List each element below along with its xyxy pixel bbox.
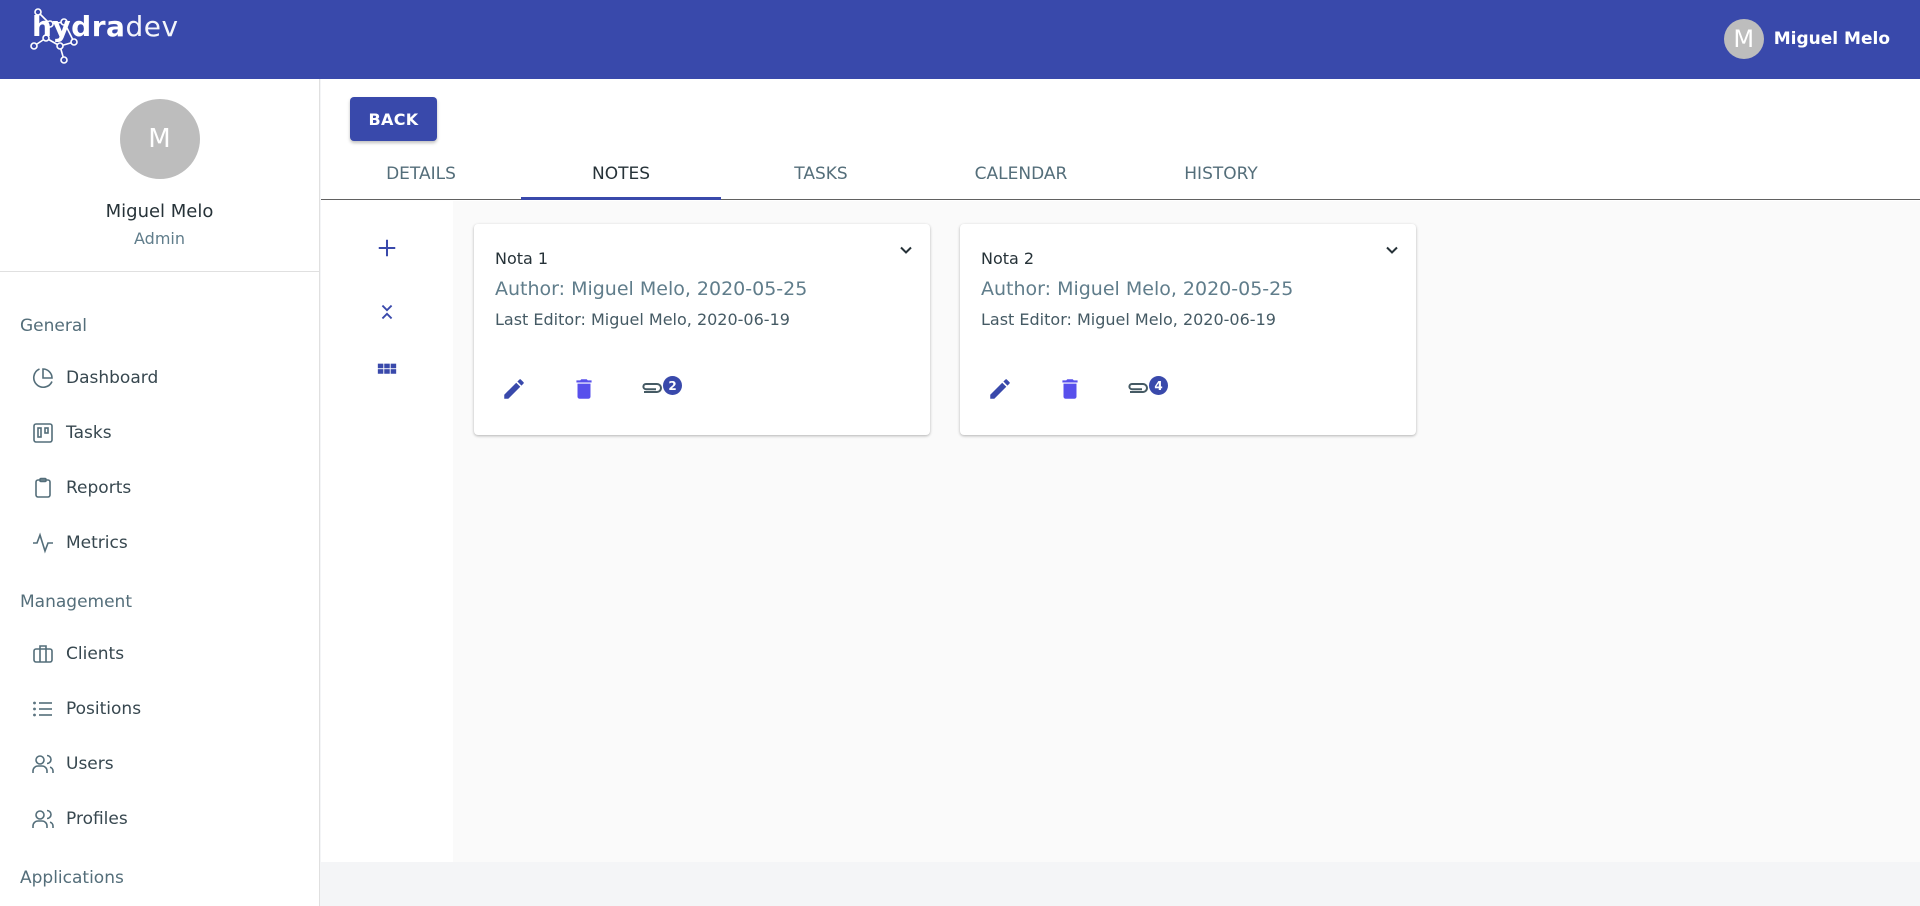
attachment-count-badge: 2: [663, 376, 682, 395]
notes-content: Nota 1 Author: Miguel Melo, 2020-05-25 L…: [453, 201, 1920, 862]
collapse-all-icon: [381, 304, 393, 320]
attachments-button[interactable]: [637, 374, 667, 404]
section-title-management: Management: [20, 592, 132, 612]
sidebar-item-label: Positions: [66, 698, 142, 719]
note-last-editor: Last Editor: Miguel Melo, 2020-06-19: [981, 310, 1276, 329]
note-title: Nota 2: [981, 249, 1035, 268]
logo-wordmark: hydradev: [32, 10, 179, 43]
note-card: Nota 2 Author: Miguel Melo, 2020-05-25 L…: [960, 224, 1416, 435]
notes-toolbar: [321, 201, 453, 862]
profile-card: M Miguel Melo Admin: [0, 79, 319, 272]
tab-history[interactable]: HISTORY: [1121, 155, 1321, 199]
section-title-applications: Applications: [20, 868, 124, 888]
sidebar-item-profiles[interactable]: Profiles: [0, 791, 319, 846]
sidebar-item-clients[interactable]: Clients: [0, 626, 319, 681]
delete-note-button[interactable]: [569, 374, 599, 404]
sidebar-item-tasks[interactable]: Tasks: [0, 405, 319, 460]
note-card: Nota 1 Author: Miguel Melo, 2020-05-25 L…: [474, 224, 930, 435]
sidebar-item-users[interactable]: Users: [0, 736, 319, 791]
avatar[interactable]: M: [119, 99, 200, 179]
edit-note-button[interactable]: [499, 374, 529, 404]
expand-note-button[interactable]: [1380, 238, 1404, 262]
page-footer-area: [321, 862, 1920, 906]
sidebar-item-dashboard[interactable]: Dashboard: [0, 350, 319, 405]
tab-tasks[interactable]: TASKS: [721, 155, 921, 199]
note-last-editor: Last Editor: Miguel Melo, 2020-06-19: [495, 310, 790, 329]
hydradev-logo[interactable]: hydradev: [28, 4, 179, 68]
clipboard-icon: [30, 475, 56, 501]
back-button[interactable]: BACK: [350, 97, 437, 141]
users-icon: [30, 751, 56, 777]
attachments-button[interactable]: [1123, 374, 1153, 404]
main-panel: BACK DETAILS NOTES TASKS CALENDAR HISTOR…: [321, 79, 1920, 862]
pencil-icon: [990, 379, 1010, 399]
tab-notes[interactable]: NOTES: [521, 155, 721, 200]
top-app-bar: hydradev M Miguel Melo: [0, 0, 1920, 79]
sidebar-item-reports[interactable]: Reports: [0, 460, 319, 515]
add-icon: [378, 239, 396, 257]
collapse-all-button[interactable]: [373, 298, 401, 326]
sidebar-item-positions[interactable]: Positions: [0, 681, 319, 736]
trash-icon: [1062, 379, 1078, 399]
list-icon: [30, 696, 56, 722]
expand-note-button[interactable]: [894, 238, 918, 262]
note-title: Nota 1: [495, 249, 549, 268]
sidebar: M Miguel Melo Admin General Dashboard Ta…: [0, 79, 320, 906]
pencil-icon: [504, 379, 524, 399]
sidebar-item-metrics[interactable]: Metrics: [0, 515, 319, 570]
paperclip-icon: [642, 383, 662, 393]
add-note-button[interactable]: [373, 234, 401, 262]
user-name: Miguel Melo: [1773, 29, 1890, 49]
user-menu[interactable]: M Miguel Melo: [1723, 19, 1890, 59]
sidebar-item-label: Tasks: [66, 422, 112, 443]
sidebar-item-label: Profiles: [66, 808, 128, 829]
grid-view-icon: [377, 363, 397, 374]
avatar: M: [1723, 19, 1764, 59]
chevron-down-icon: [1386, 246, 1398, 254]
sidebar-item-label: Clients: [66, 643, 125, 664]
activity-icon: [30, 530, 56, 556]
sidebar-item-label: Dashboard: [66, 367, 159, 388]
tab-details[interactable]: DETAILS: [321, 155, 521, 199]
tab-calendar[interactable]: CALENDAR: [921, 155, 1121, 199]
sidebar-item-label: Metrics: [66, 532, 128, 553]
grid-view-button[interactable]: [373, 357, 401, 385]
briefcase-icon: [30, 641, 56, 667]
delete-note-button[interactable]: [1055, 374, 1085, 404]
sidebar-item-label: Reports: [66, 477, 132, 498]
chevron-down-icon: [900, 246, 912, 254]
section-title-general: General: [20, 316, 87, 336]
paperclip-icon: [1128, 383, 1148, 393]
profile-name: Miguel Melo: [105, 201, 214, 222]
profile-role: Admin: [134, 229, 185, 248]
sidebar-item-label: Users: [66, 753, 114, 774]
note-author: Author: Miguel Melo, 2020-05-25: [981, 278, 1294, 300]
kanban-icon: [30, 420, 56, 446]
note-author: Author: Miguel Melo, 2020-05-25: [495, 278, 808, 300]
attachment-count-badge: 4: [1149, 376, 1168, 395]
edit-note-button[interactable]: [985, 374, 1015, 404]
tab-bar: DETAILS NOTES TASKS CALENDAR HISTORY: [321, 155, 1920, 200]
trash-icon: [576, 379, 592, 399]
users-icon: [30, 806, 56, 832]
pie-chart-icon: [30, 365, 56, 391]
